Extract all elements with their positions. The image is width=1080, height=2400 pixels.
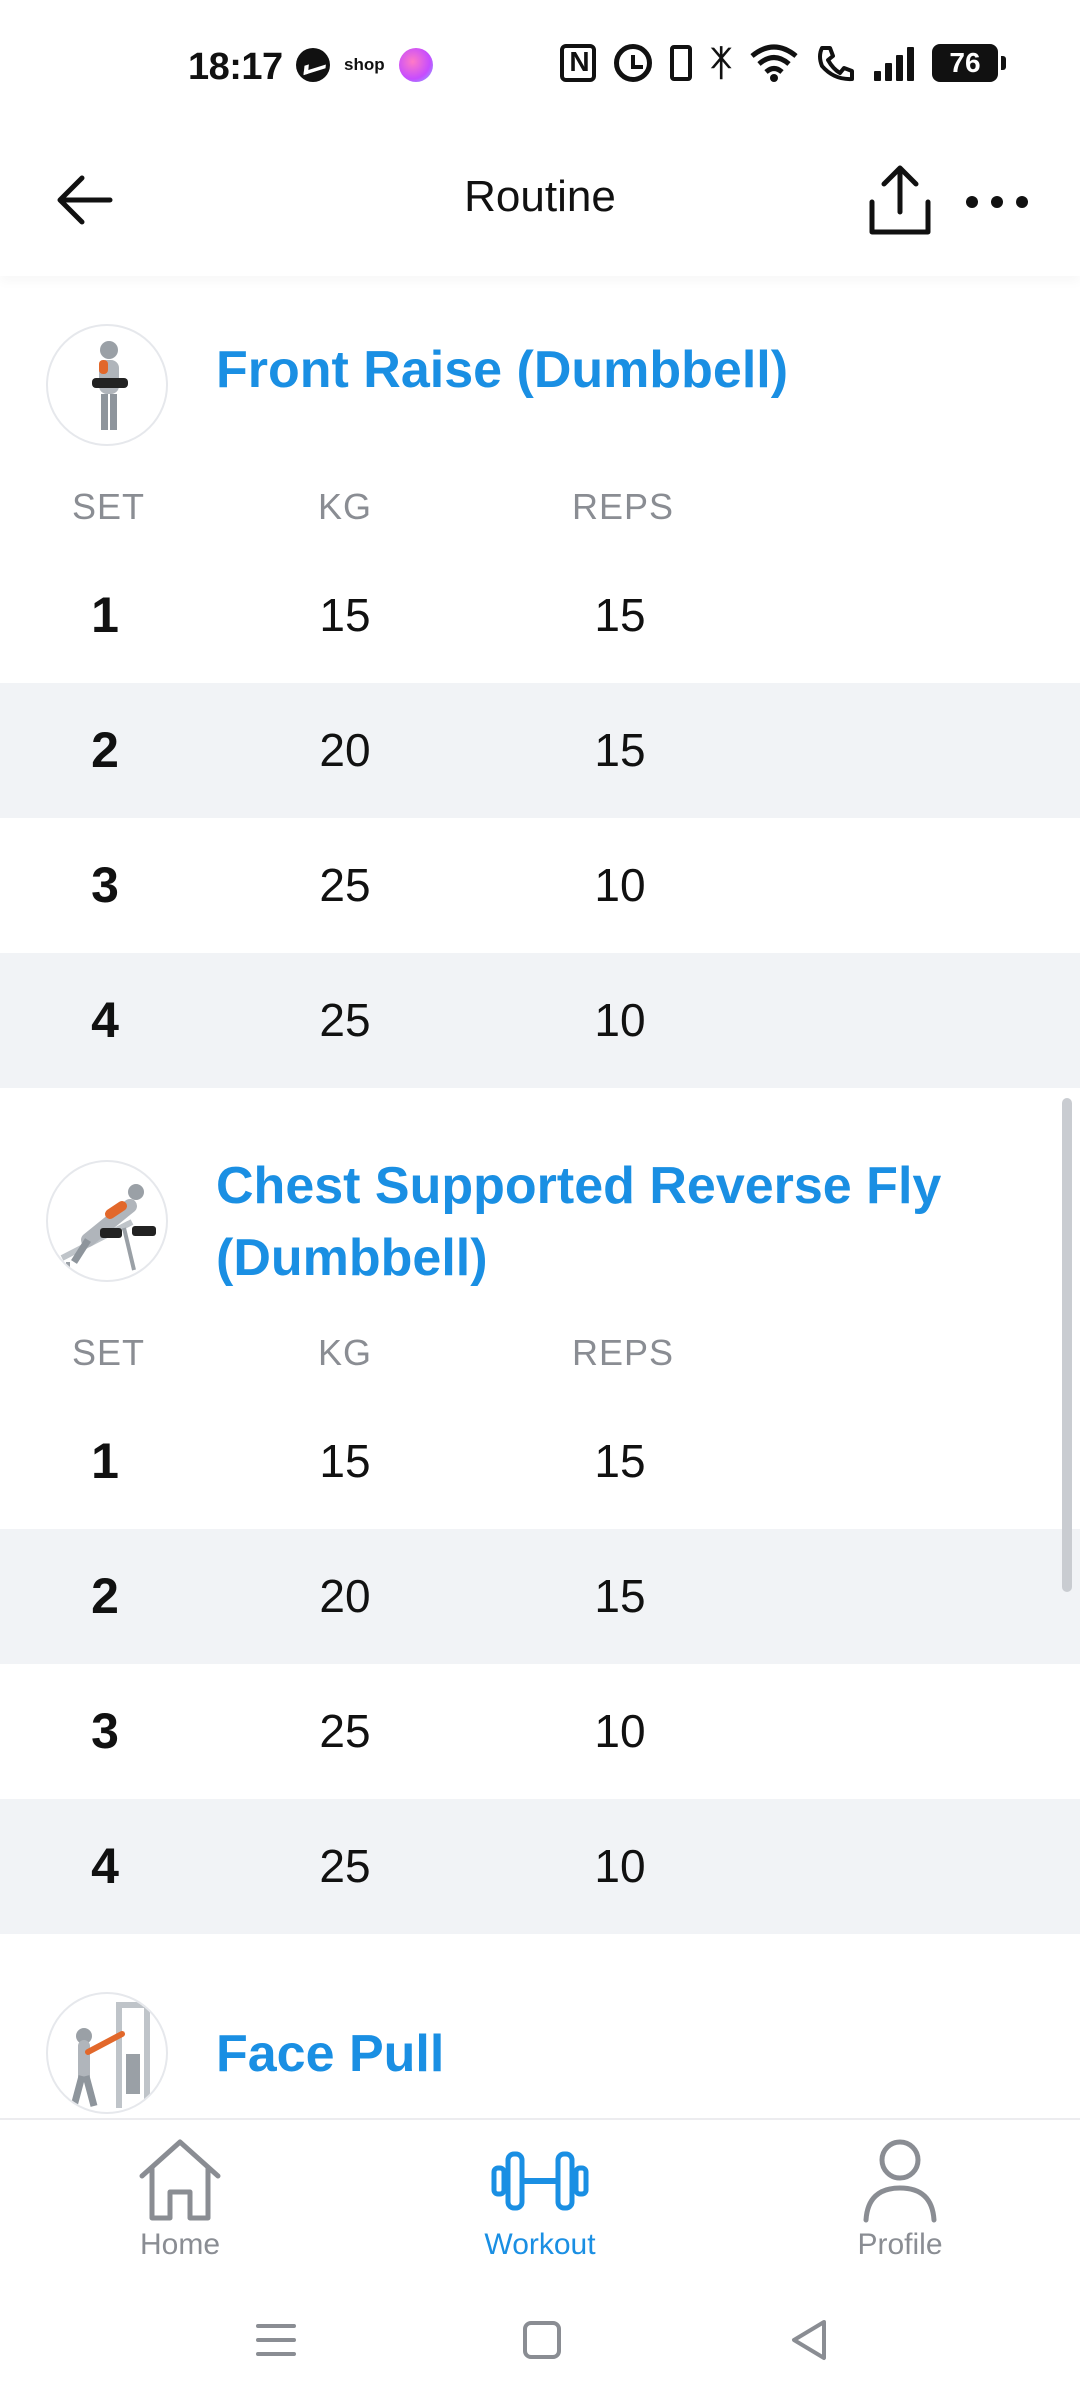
set-weight: 15 — [319, 589, 371, 641]
column-header-set: SET — [72, 1332, 146, 1373]
back-triangle-icon[interactable] — [780, 2310, 840, 2370]
column-header-reps: REPS — [572, 1332, 675, 1373]
notification-icons: shop — [296, 48, 433, 82]
set-weight: 25 — [319, 1705, 371, 1757]
set-reps: 15 — [594, 1435, 646, 1487]
set-number: 3 — [91, 857, 119, 913]
routine-content[interactable]: Front Raise (Dumbbell) SET KG REPS 1 15 … — [0, 280, 1080, 2116]
dumbbell-icon — [491, 2151, 589, 2211]
set-number: 4 — [91, 1838, 119, 1894]
exercise-thumbnail[interactable] — [46, 1160, 168, 1282]
set-row: 1 15 15 — [0, 548, 1080, 683]
more-button[interactable] — [962, 172, 1032, 232]
nav-item-profile[interactable]: Profile — [800, 2136, 1000, 2276]
messenger-icon — [296, 48, 330, 82]
bluetooth-icon: ᛡ — [710, 42, 732, 83]
set-row: 3 25 10 — [0, 818, 1080, 953]
set-reps: 10 — [594, 1705, 646, 1757]
set-weight: 25 — [319, 994, 371, 1046]
set-weight: 20 — [319, 1570, 371, 1622]
nav-item-home[interactable]: Home — [80, 2136, 280, 2276]
set-reps: 10 — [594, 859, 646, 911]
set-row: 4 25 10 — [0, 1799, 1080, 1934]
signal-icon — [874, 45, 914, 81]
set-reps: 15 — [594, 1570, 646, 1622]
column-header-kg: KG — [318, 1332, 373, 1373]
nav-item-workout[interactable]: Workout — [440, 2136, 640, 2276]
column-header-set: SET — [72, 486, 146, 527]
menu-icon[interactable] — [246, 2310, 306, 2370]
battery-icon: 76 — [932, 44, 1006, 82]
set-weight: 20 — [319, 724, 371, 776]
app-header: Routine — [0, 136, 1080, 276]
wifi-icon — [750, 44, 798, 82]
more-horizontal-icon — [966, 196, 1028, 208]
exercise-title[interactable]: Face Pull — [216, 2018, 1000, 2090]
alarm-icon — [614, 44, 653, 82]
nav-label-workout: Workout — [484, 2228, 596, 2261]
set-reps: 10 — [594, 994, 646, 1046]
home-square-icon[interactable] — [512, 2310, 572, 2370]
nfc-icon — [560, 44, 597, 82]
exercise-thumbnail[interactable] — [46, 1992, 168, 2114]
bottom-navigation: Home Workout Profile — [0, 2118, 1080, 2278]
set-reps: 15 — [594, 724, 646, 776]
nav-label-profile: Profile — [857, 2228, 943, 2261]
exercise-title[interactable]: Chest Supported Reverse Fly (Dumbbell) — [216, 1150, 1000, 1294]
system-navigation-bar — [0, 2280, 1080, 2400]
set-row: 1 15 15 — [0, 1394, 1080, 1529]
set-row: 2 20 15 — [0, 1529, 1080, 1664]
column-header-kg: KG — [318, 486, 373, 527]
app-notification-icon — [398, 48, 433, 82]
set-weight: 15 — [319, 1435, 371, 1487]
scrollbar[interactable] — [1062, 1098, 1072, 1592]
exercise-thumbnail[interactable] — [46, 324, 168, 446]
set-number: 4 — [91, 992, 119, 1048]
home-icon — [139, 2139, 221, 2221]
vibrate-icon — [670, 45, 693, 81]
set-weight: 25 — [319, 859, 371, 911]
status-time: 18:17 — [188, 46, 283, 88]
nav-label-home: Home — [139, 2228, 221, 2261]
set-number: 2 — [91, 722, 119, 778]
exercise-figure-icon — [60, 1184, 156, 1272]
share-button[interactable] — [864, 162, 936, 238]
wifi-call-icon — [818, 46, 854, 82]
exercise-figure-icon — [92, 341, 128, 430]
set-reps: 10 — [594, 1840, 646, 1892]
exercise-title[interactable]: Front Raise (Dumbbell) — [216, 334, 1000, 406]
profile-icon — [863, 2139, 937, 2223]
shop-icon: shop — [344, 55, 385, 74]
set-weight: 25 — [319, 1840, 371, 1892]
column-header-reps: REPS — [572, 486, 675, 527]
set-row: 2 20 15 — [0, 683, 1080, 818]
set-number: 1 — [91, 587, 119, 643]
set-row: 3 25 10 — [0, 1664, 1080, 1799]
system-status-icons: ᛡ 76 — [560, 42, 1006, 83]
set-row: 4 25 10 — [0, 953, 1080, 1088]
status-bar: 18:17 shop ᛡ 76 — [0, 0, 1080, 136]
set-number: 1 — [91, 1433, 119, 1489]
set-number: 2 — [91, 1568, 119, 1624]
set-reps: 15 — [594, 589, 646, 641]
set-number: 3 — [91, 1703, 119, 1759]
exercise-figure-icon — [70, 2002, 150, 2108]
share-icon — [869, 165, 931, 235]
